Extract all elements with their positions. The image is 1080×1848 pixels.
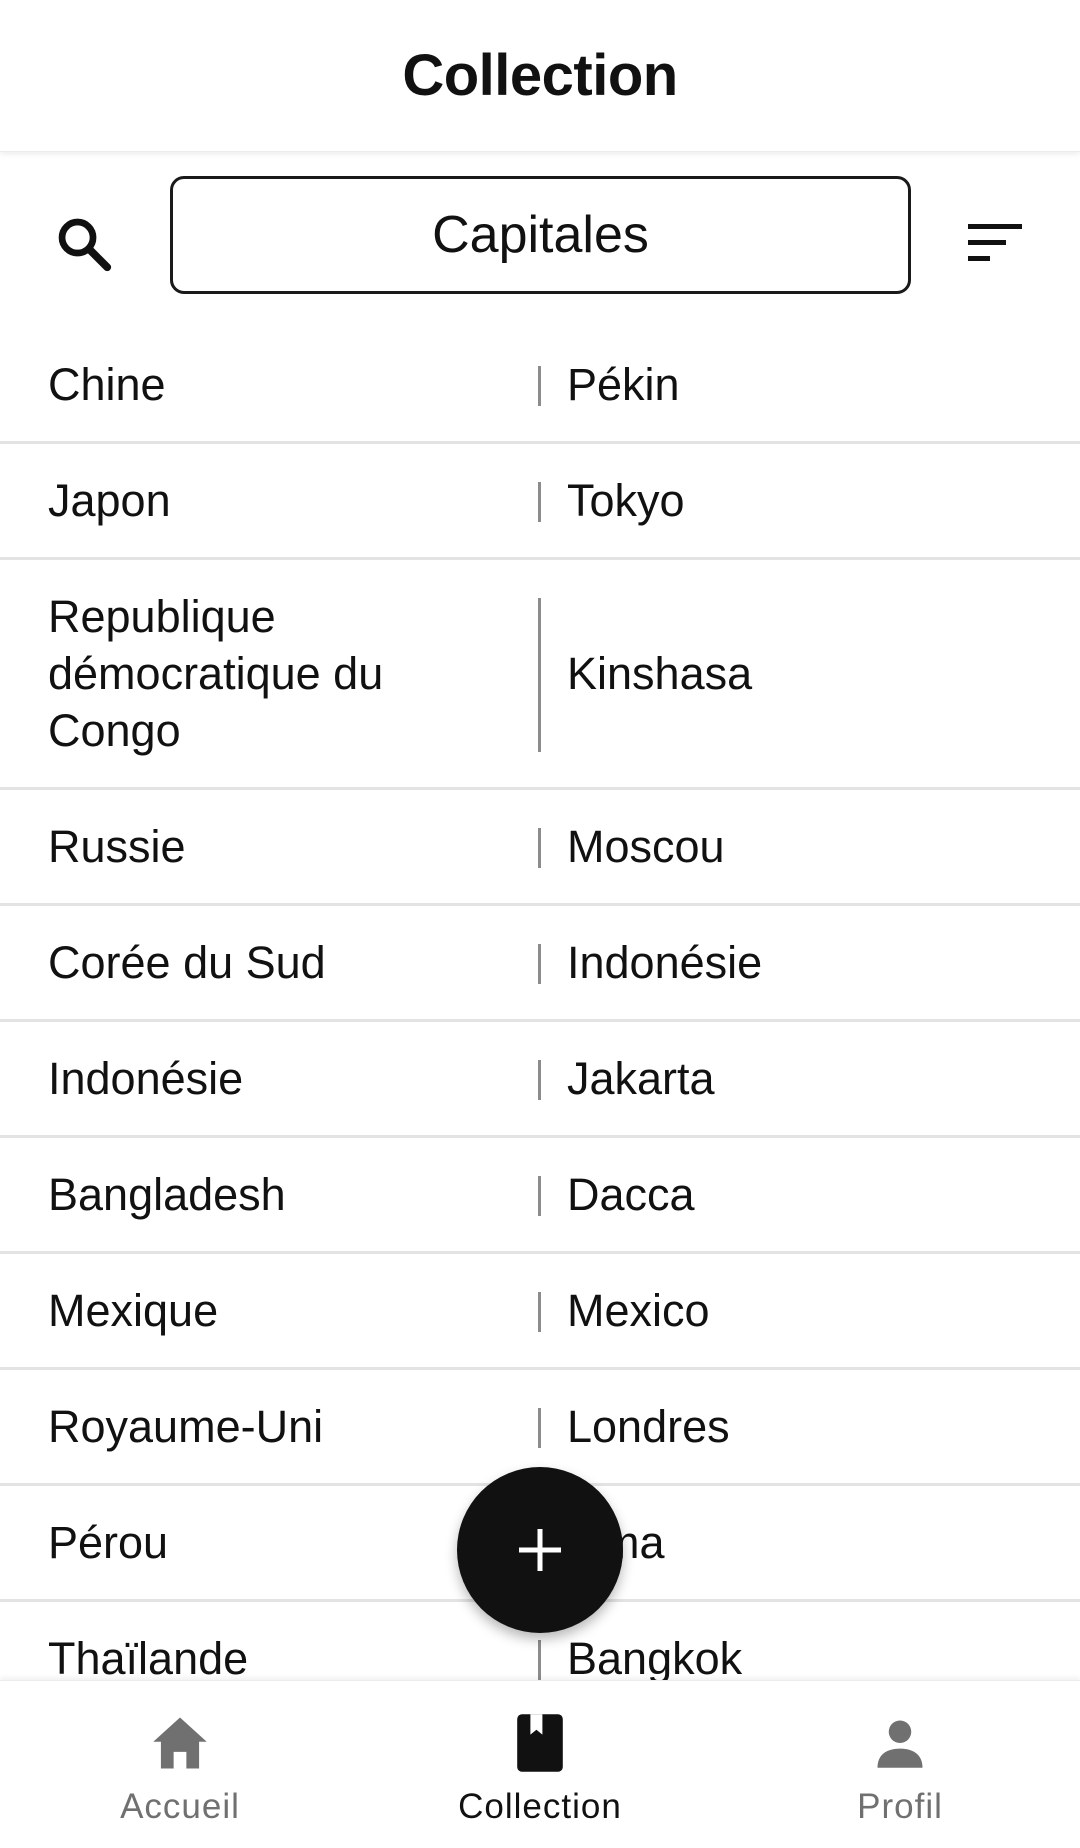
search-button[interactable] xyxy=(44,204,124,284)
capital-name: Tokyo xyxy=(567,474,685,526)
list-item[interactable]: Republique démocratique du Congo Kinshas… xyxy=(0,560,1080,790)
nav-item-collection[interactable]: Collection xyxy=(360,1681,720,1848)
book-icon xyxy=(517,1714,563,1772)
capital-name: Jakarta xyxy=(567,1052,715,1104)
add-item-button[interactable] xyxy=(457,1467,623,1633)
app-header: Collection xyxy=(0,0,1080,152)
capital-name: Mexico xyxy=(567,1284,710,1336)
nav-label-home: Accueil xyxy=(120,1787,240,1826)
app-screen: Collection Capitales Chine Pékin Japon T… xyxy=(0,0,1080,1848)
nav-label-profile: Profil xyxy=(857,1787,943,1826)
capital-name: Londres xyxy=(567,1400,730,1452)
home-icon xyxy=(153,1717,207,1769)
sort-icon xyxy=(968,224,1022,261)
country-name: Indonésie xyxy=(48,1053,244,1104)
country-name: Russie xyxy=(48,821,186,872)
list-item[interactable]: Indonésie Jakarta xyxy=(0,1022,1080,1138)
toolbar: Capitales xyxy=(0,152,1080,328)
capital-name: Moscou xyxy=(567,820,725,872)
column-divider xyxy=(538,482,541,522)
list-item[interactable]: Mexique Mexico xyxy=(0,1254,1080,1370)
capital-name: Pékin xyxy=(567,358,680,410)
list-item[interactable]: Russie Moscou xyxy=(0,790,1080,906)
search-icon xyxy=(58,218,112,272)
country-name: Corée du Sud xyxy=(48,937,326,988)
nav-item-profile[interactable]: Profil xyxy=(720,1681,1080,1848)
country-name: Republique démocratique du Congo xyxy=(48,591,384,756)
column-divider xyxy=(538,1640,541,1680)
list-item[interactable]: Bangladesh Dacca xyxy=(0,1138,1080,1254)
country-name: Royaume-Uni xyxy=(48,1401,324,1452)
country-name: Bangladesh xyxy=(48,1169,286,1220)
column-divider xyxy=(538,828,541,868)
capital-name: Kinshasa xyxy=(567,647,753,699)
column-divider xyxy=(538,598,541,752)
column-divider xyxy=(538,1292,541,1332)
country-name: Japon xyxy=(48,475,171,526)
collection-selector[interactable]: Capitales xyxy=(170,176,911,294)
column-divider xyxy=(538,944,541,984)
list-item[interactable]: Japon Tokyo xyxy=(0,444,1080,560)
country-name: Thaïlande xyxy=(48,1633,249,1680)
capital-name: Bangkok xyxy=(567,1632,743,1681)
column-divider xyxy=(538,1060,541,1100)
country-name: Mexique xyxy=(48,1285,219,1336)
bottom-navigation: Accueil Collection Profil xyxy=(0,1680,1080,1848)
capital-name: Indonésie xyxy=(567,936,763,988)
capital-name: Dacca xyxy=(567,1168,695,1220)
list-item[interactable]: Chine Pékin xyxy=(0,328,1080,444)
country-name: Chine xyxy=(48,359,166,410)
page-title: Collection xyxy=(402,43,678,108)
nav-label-collection: Collection xyxy=(458,1787,622,1826)
plus-icon xyxy=(519,1529,561,1571)
collection-selector-label: Capitales xyxy=(432,206,649,264)
list-item[interactable]: Corée du Sud Indonésie xyxy=(0,906,1080,1022)
column-divider xyxy=(538,366,541,406)
column-divider xyxy=(538,1176,541,1216)
sort-button[interactable] xyxy=(956,204,1036,284)
person-icon xyxy=(877,1720,923,1768)
column-divider xyxy=(538,1408,541,1448)
nav-item-home[interactable]: Accueil xyxy=(0,1681,360,1848)
